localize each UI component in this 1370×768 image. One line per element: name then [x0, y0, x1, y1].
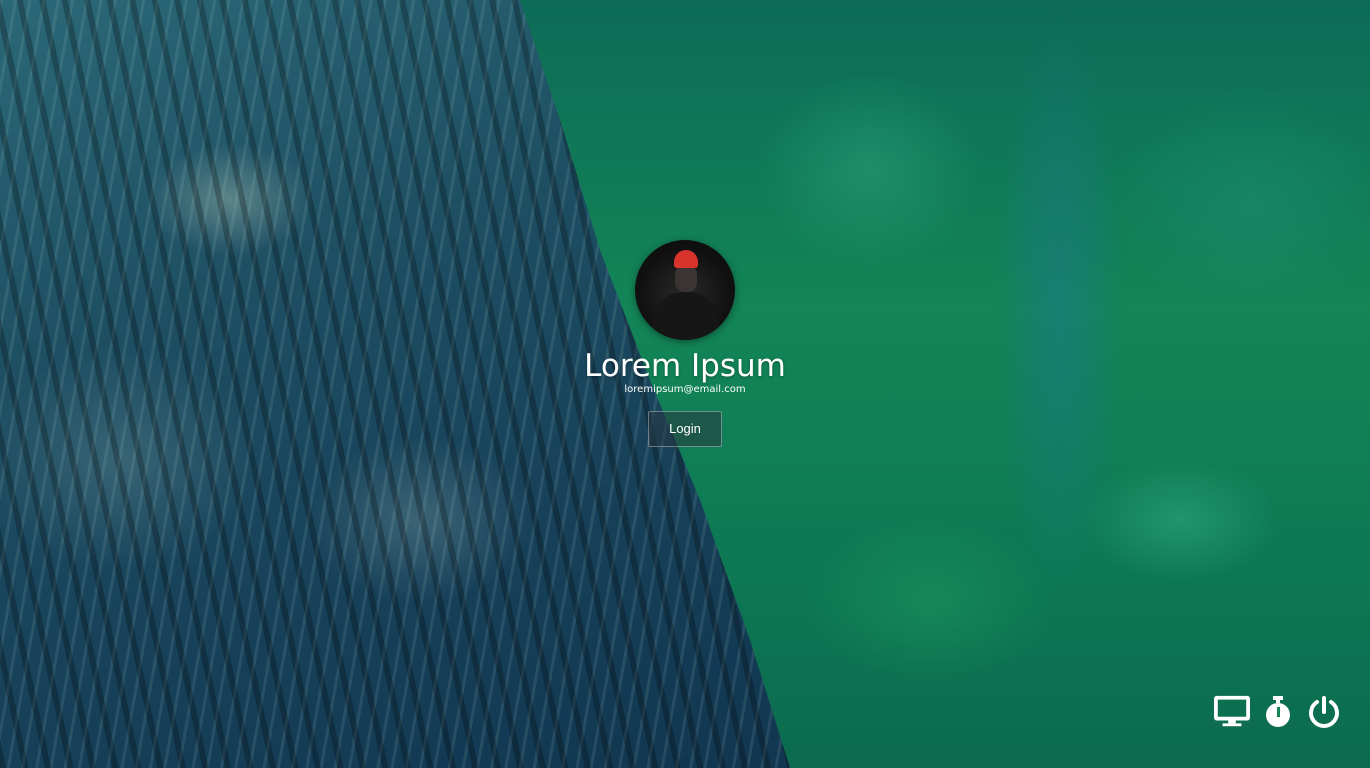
login-screen: Lorem Ipsum loremipsum@email.com Login [0, 0, 1370, 768]
avatar-figure-face [675, 266, 697, 292]
monitor-icon[interactable] [1214, 694, 1250, 730]
timer-icon[interactable] [1260, 694, 1296, 730]
login-button[interactable]: Login [648, 411, 722, 447]
avatar-figure-beanie [674, 250, 698, 268]
system-tray [1214, 694, 1342, 730]
user-avatar [635, 240, 735, 340]
user-email: loremipsum@email.com [624, 384, 746, 395]
login-panel: Lorem Ipsum loremipsum@email.com Login [0, 240, 1370, 447]
power-icon[interactable] [1306, 694, 1342, 730]
avatar-figure-body [653, 292, 719, 340]
user-name: Lorem Ipsum [584, 348, 786, 384]
